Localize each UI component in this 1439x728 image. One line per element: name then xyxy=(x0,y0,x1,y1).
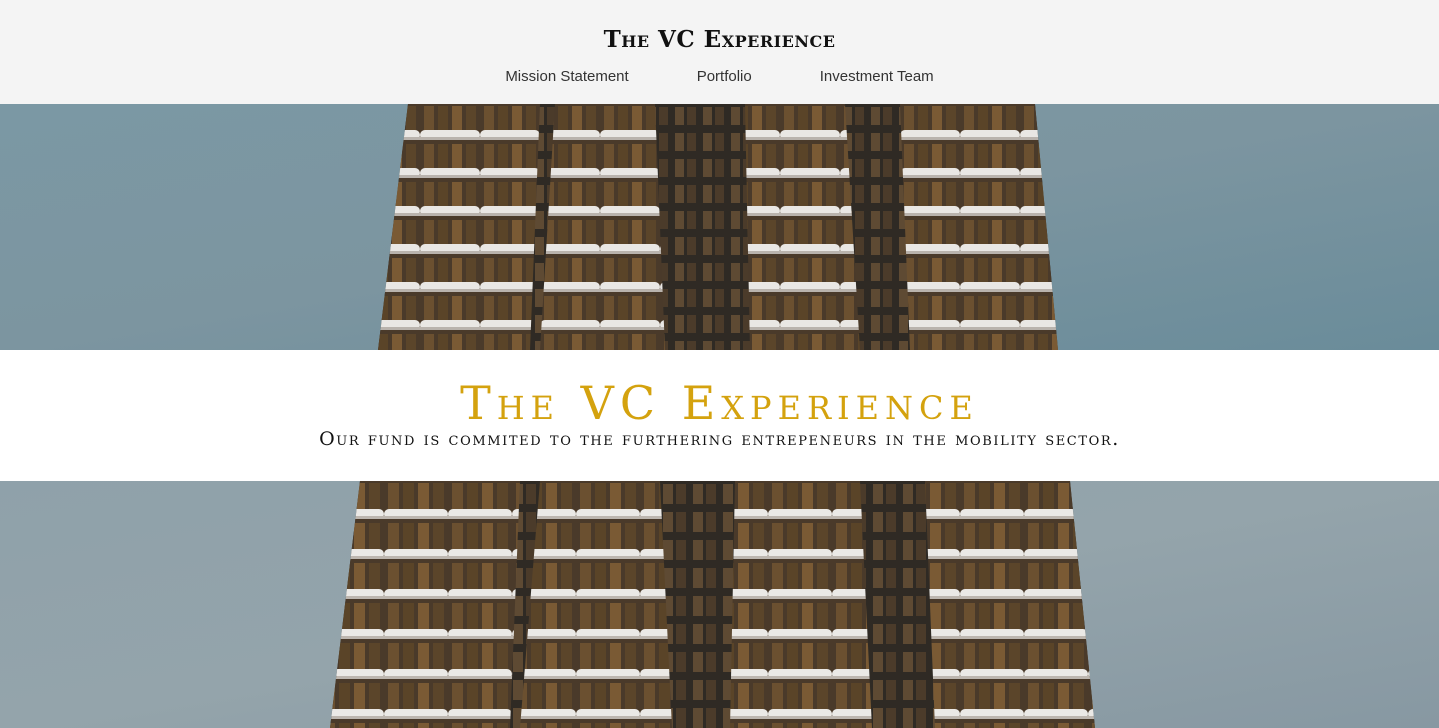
hero-banner: The VC Experience Our fund is commited t… xyxy=(0,350,1439,481)
main-nav: Mission Statement Portfolio Investment T… xyxy=(0,68,1439,85)
site-brand[interactable]: The VC Experience xyxy=(0,26,1439,53)
nav-mission-statement[interactable]: Mission Statement xyxy=(505,68,628,85)
hero-title: The VC Experience xyxy=(460,376,979,430)
hero-subtitle: Our fund is commited to the furthering e… xyxy=(319,428,1120,450)
building-photo-top xyxy=(0,104,1439,350)
site-header: The VC Experience Mission Statement Port… xyxy=(0,0,1439,104)
building-photo-bottom xyxy=(0,481,1439,728)
hero-image-top xyxy=(0,104,1439,350)
nav-portfolio[interactable]: Portfolio xyxy=(697,68,752,85)
nav-investment-team[interactable]: Investment Team xyxy=(820,68,934,85)
hero-image-bottom xyxy=(0,481,1439,728)
